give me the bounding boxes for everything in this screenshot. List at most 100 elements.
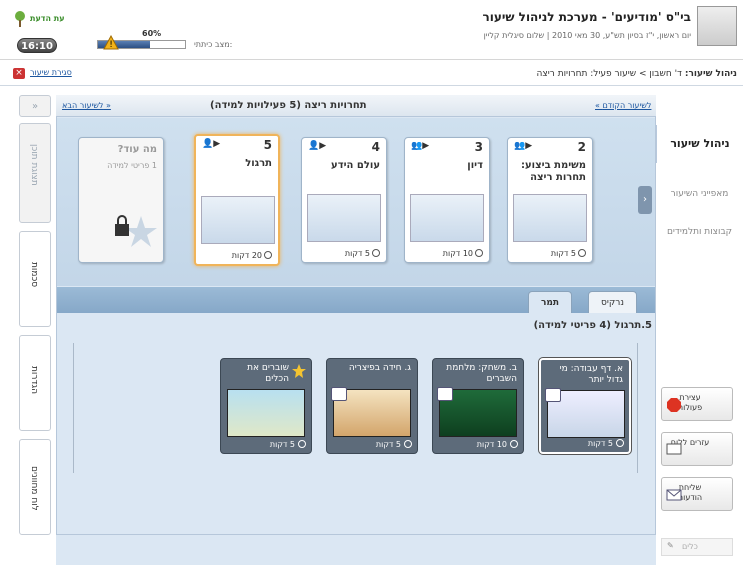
tab-narkis[interactable]: נרקיס — [588, 291, 637, 313]
tab-schemes[interactable]: סכמות — [19, 231, 51, 327]
more-subtitle: 1 פריטי למידה — [107, 161, 157, 170]
flag-icon: 👥▶ — [411, 141, 430, 151]
envelope-icon — [666, 489, 682, 501]
card-title: דיון — [467, 160, 483, 171]
tab-tamar[interactable]: תמר — [528, 291, 573, 313]
nav-groups-students[interactable]: קבוצות ותלמידים — [656, 213, 743, 251]
card-thumbnail — [410, 194, 484, 242]
app-header — [0, 0, 743, 60]
item-title: א. דף עבודה: מי גדול יותר — [559, 364, 623, 385]
clock: 16:10 — [17, 38, 57, 53]
item-thumbnail — [227, 389, 305, 437]
collapse-button[interactable]: » — [19, 95, 51, 117]
date-greeting: יום ראשון, י"ז בסיון תש"ע, 30 מאי 2010 |… — [483, 31, 691, 40]
avatar-icon — [545, 388, 561, 402]
stop-icon — [667, 398, 681, 412]
school-logo — [697, 6, 737, 46]
avatar-icon — [331, 387, 347, 401]
learning-item[interactable]: ג. חידה בפיצריה 5 דקות — [326, 358, 418, 454]
card-thumbnail — [201, 196, 275, 244]
tab-settings-label: הגדרות — [29, 366, 39, 394]
item-duration: 5 דקות — [375, 440, 401, 449]
clock-icon — [404, 440, 412, 448]
activities-title: תחרויות ריצה (5 פעילויות למידה) — [210, 100, 367, 111]
tab-dashboard-label: לוח מחוונים — [29, 466, 39, 511]
tab-schemes-label: סכמות — [29, 262, 39, 288]
breadcrumb-title: ניהול שיעור: — [684, 69, 737, 79]
item-title: ב. משחק: מלחמת השברים — [446, 363, 517, 384]
section-title: 5.תרגול (4 פריטי למידה) — [533, 320, 652, 331]
nav-lesson-properties[interactable]: מאפייני השיעור — [656, 175, 743, 213]
board-tools-button[interactable]: עזרים ללוח — [661, 432, 733, 466]
item-duration: 5 דקות — [587, 439, 613, 448]
clock-icon — [298, 440, 306, 448]
flag-icon: 👤▶ — [308, 141, 327, 151]
card-duration: 20 דקות — [231, 251, 262, 260]
learning-item-selected[interactable]: א. דף עבודה: מי גדול יותר 5 דקות — [539, 358, 631, 454]
learning-item[interactable]: שוברים את הכלים 5 דקות — [220, 358, 312, 454]
app-title: בי"ס 'מודיעים' - מערכת לניהול שיעור — [482, 10, 691, 24]
tab-content-view: תצוגת תוכן — [19, 123, 51, 223]
lock-icon — [115, 215, 157, 247]
prev-lesson-link[interactable]: « לשיעור הקודם — [595, 101, 651, 110]
item-title: ג. חידה בפיצריה — [348, 363, 411, 373]
carousel-next-arrow[interactable]: › — [638, 186, 652, 214]
brand-label: עת הדעת — [30, 14, 65, 23]
item-title: שוברים את הכלים — [247, 363, 289, 384]
clock-icon — [372, 249, 380, 257]
card-duration: 10 דקות — [442, 249, 473, 258]
board-icon — [666, 443, 682, 455]
tools-placeholder: כלים — [682, 542, 698, 551]
card-number: 2 — [577, 140, 586, 154]
card-duration: 5 דקות — [550, 249, 576, 258]
card-title: עולם הידע — [331, 160, 380, 171]
activity-card-selected[interactable]: 5 👤▶ תרגול 20 דקות — [194, 134, 280, 266]
class-status-label: מצב כיתתי: — [194, 40, 233, 49]
left-tab-strip: » תצוגת תוכן סכמות הגדרות לוח מחוונים — [19, 95, 51, 535]
more-title: מה עוד? — [117, 144, 157, 155]
tab-settings[interactable]: הגדרות — [19, 335, 51, 431]
tab-dashboard[interactable]: לוח מחוונים — [19, 439, 51, 535]
svg-text:!: ! — [109, 40, 113, 50]
close-icon[interactable]: × — [13, 68, 25, 79]
activity-card[interactable]: 2 👥▶ משימת ביצוע: תחרות ריצה 5 דקות — [507, 137, 593, 263]
avatar-icon — [437, 387, 453, 401]
progress-percent: 60% — [142, 29, 162, 38]
send-messages-button[interactable]: שליחת הודעות — [661, 477, 733, 511]
stop-actions-button[interactable]: עצירת פעולות — [661, 387, 733, 421]
star-badge-icon — [292, 364, 306, 378]
card-title: משימת ביצוע: תחרות ריצה — [521, 160, 586, 183]
clock-icon — [578, 249, 586, 257]
flag-icon: 👤▶ — [202, 139, 221, 149]
close-lesson-link[interactable]: סגירת שיעור — [30, 68, 72, 77]
card-thumbnail — [307, 194, 381, 242]
card-number: 3 — [474, 140, 483, 154]
activity-card[interactable]: 3 👥▶ דיון 10 דקות — [404, 137, 490, 263]
item-duration: 5 דקות — [269, 440, 295, 449]
breadcrumb-path: ד' חשבון > שיעור פעיל: תחרויות ריצה — [536, 69, 682, 79]
card-duration: 5 דקות — [344, 249, 370, 258]
warning-icon: ! — [103, 35, 119, 50]
card-number: 4 — [371, 140, 380, 154]
right-navigation: ניהול שיעור מאפייני השיעור קבוצות ותלמיד… — [656, 105, 743, 565]
flag-icon: 👥▶ — [514, 141, 533, 151]
item-duration: 10 דקות — [476, 440, 507, 449]
tools-search[interactable]: כלים ✎ — [661, 538, 733, 556]
breadcrumb: ניהול שיעור: ד' חשבון > שיעור פעיל: תחרו… — [537, 69, 737, 79]
clock-icon — [510, 440, 518, 448]
card-number: 5 — [263, 138, 272, 152]
tree-icon — [15, 11, 25, 27]
activity-card[interactable]: 4 👤▶ עולם הידע 5 דקות — [301, 137, 387, 263]
next-lesson-link[interactable]: לשיעור הבא » — [62, 101, 111, 110]
clock-icon — [616, 439, 624, 447]
nav-lesson-management[interactable]: ניהול שיעור — [656, 125, 743, 163]
card-title: תרגול — [245, 158, 272, 169]
clock-icon — [475, 249, 483, 257]
bottom-band — [56, 535, 656, 565]
clock-icon — [264, 251, 272, 259]
wrench-icon: ✎ — [667, 541, 674, 550]
card-thumbnail — [513, 194, 587, 242]
learning-item[interactable]: ב. משחק: מלחמת השברים 10 דקות — [432, 358, 524, 454]
tab-content-view-label: תצוגת תוכן — [29, 144, 39, 186]
more-card[interactable]: מה עוד? 1 פריטי למידה — [78, 137, 164, 263]
